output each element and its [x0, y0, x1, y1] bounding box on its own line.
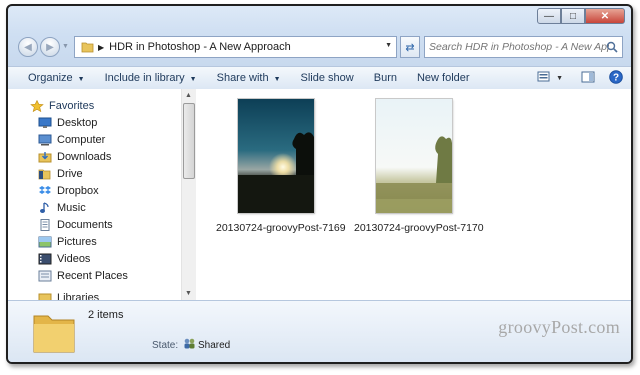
sidebar-item-label: Drive [57, 167, 83, 180]
refresh-button[interactable]: ⇄ [400, 36, 420, 58]
desktop-icon [38, 117, 52, 128]
downloads-icon [38, 151, 52, 162]
sidebar-item-label: Documents [57, 218, 113, 231]
back-arrow-icon: ◀ [24, 41, 32, 53]
documents-icon [40, 218, 50, 231]
star-icon [30, 99, 44, 112]
folder-icon [81, 42, 94, 53]
sidebar-item-dropbox[interactable]: Dropbox [38, 183, 99, 198]
sidebar-item-label: Computer [57, 133, 106, 146]
file-name[interactable]: 20130724-groovyPost-7169 [216, 222, 346, 234]
chevron-down-icon: ▼ [189, 76, 197, 83]
breadcrumb-separator-icon[interactable]: ▶ [98, 43, 104, 52]
music-icon [40, 201, 49, 213]
sidebar-item-recent-places[interactable]: Recent Places [38, 268, 128, 283]
watermark: groovyPost.com [498, 317, 620, 337]
back-button[interactable]: ◀ [18, 37, 38, 57]
forward-button[interactable]: ▶ [40, 37, 60, 57]
shared-users-icon [184, 338, 195, 349]
navigation-pane[interactable]: Favorites Desktop Computer Downloads Dri… [8, 89, 181, 302]
explorer-window: — □ ✕ ◀ ▶ ▼ ▶ HDR in Photoshop - A New A… [6, 4, 633, 364]
dropbox-icon [39, 185, 51, 194]
sidebar-item-pictures[interactable]: Pictures [38, 234, 97, 249]
refresh-icon: ⇄ [405, 41, 415, 54]
photo-thumbnail-bright[interactable] [376, 99, 452, 213]
maximize-button[interactable]: □ [561, 8, 585, 24]
command-bar: Organize ▼ Include in library ▼ Share with… [8, 66, 631, 90]
item-count: 2 items [88, 309, 124, 321]
help-button[interactable]: ? [609, 70, 623, 87]
main-area: Favorites Desktop Computer Downloads Dri… [8, 89, 631, 302]
minimize-button[interactable]: — [537, 8, 561, 24]
share-with-label: Share with [216, 72, 269, 84]
sidebar-item-drive[interactable]: Drive [38, 166, 83, 181]
close-button[interactable]: ✕ [585, 8, 625, 24]
sidebar-item-label: Favorites [49, 99, 95, 112]
recent-pages-dropdown-icon[interactable]: ▼ [62, 43, 69, 50]
sidebar-item-label: Music [57, 201, 86, 214]
file-list: 20130724-groovyPost-7169 20130724-groovy… [196, 89, 631, 300]
help-icon: ? [609, 70, 623, 84]
burn-button[interactable]: Burn [364, 72, 407, 84]
change-view-button[interactable] [537, 71, 553, 86]
forward-arrow-icon: ▶ [46, 41, 54, 53]
sidebar-item-desktop[interactable]: Desktop [38, 115, 97, 130]
view-options-icon [537, 71, 550, 82]
address-bar[interactable]: ▶ HDR in Photoshop - A New Approach ▼ [74, 36, 397, 58]
view-controls: ▼ ? [527, 70, 623, 87]
computer-icon [38, 134, 52, 145]
preview-pane-button[interactable] [581, 71, 595, 86]
sidebar-item-music[interactable]: Music [38, 200, 86, 215]
sidebar-item-label: Videos [57, 252, 91, 265]
chevron-down-icon: ▼ [77, 76, 85, 83]
scroll-up-icon[interactable]: ▲ [185, 92, 192, 99]
organize-label: Organize [28, 72, 73, 84]
photo-thumbnail-dark[interactable] [238, 99, 314, 213]
videos-icon [38, 253, 52, 264]
scroll-down-icon[interactable]: ▼ [185, 290, 192, 297]
breadcrumb-current-folder[interactable]: HDR in Photoshop - A New Approach [109, 41, 291, 53]
search-box[interactable] [424, 36, 623, 58]
file-name[interactable]: 20130724-groovyPost-7170 [354, 222, 484, 234]
state-label: State: [152, 340, 179, 351]
sidebar-item-computer[interactable]: Computer [38, 132, 105, 147]
navigation-scrollbar[interactable]: ▲ ▼ [181, 89, 196, 300]
pictures-icon [38, 236, 52, 247]
recent-places-icon [38, 270, 52, 281]
sidebar-item-label: Pictures [57, 235, 97, 248]
svg-text:?: ? [613, 73, 619, 84]
search-icon[interactable] [606, 41, 618, 53]
sidebar-item-favorites[interactable]: Favorites [30, 98, 94, 113]
search-input[interactable] [425, 40, 611, 54]
file-item[interactable]: 20130724-groovyPost-7170 [354, 99, 484, 234]
sidebar-item-label: Dropbox [57, 184, 99, 197]
sidebar-item-label: Downloads [57, 150, 112, 163]
folder-large-icon [33, 315, 75, 353]
sidebar-item-label: Recent Places [57, 269, 128, 282]
drive-folder-icon [38, 169, 51, 179]
sidebar-item-videos[interactable]: Videos [38, 251, 90, 266]
address-row: ◀ ▶ ▼ ▶ HDR in Photoshop - A New Approac… [16, 36, 623, 60]
sidebar-item-documents[interactable]: Documents [38, 217, 113, 232]
share-with-menu[interactable]: Share with ▼ [207, 72, 291, 84]
address-dropdown-icon[interactable]: ▼ [385, 42, 392, 49]
state-value: Shared [198, 340, 231, 351]
include-in-library-menu[interactable]: Include in library ▼ [95, 72, 207, 84]
include-in-library-label: Include in library [104, 72, 185, 84]
view-dropdown-icon[interactable]: ▼ [556, 75, 563, 82]
file-item[interactable]: 20130724-groovyPost-7169 [216, 99, 346, 234]
caption-buttons: — □ ✕ [537, 8, 625, 24]
sidebar-item-downloads[interactable]: Downloads [38, 149, 111, 164]
new-folder-button[interactable]: New folder [407, 72, 480, 84]
scrollbar-thumb[interactable] [183, 103, 195, 179]
organize-menu[interactable]: Organize ▼ [8, 72, 95, 84]
sidebar-item-label: Desktop [57, 116, 98, 129]
chevron-down-icon: ▼ [273, 76, 281, 83]
preview-pane-icon [581, 71, 595, 83]
slide-show-button[interactable]: Slide show [291, 72, 364, 84]
